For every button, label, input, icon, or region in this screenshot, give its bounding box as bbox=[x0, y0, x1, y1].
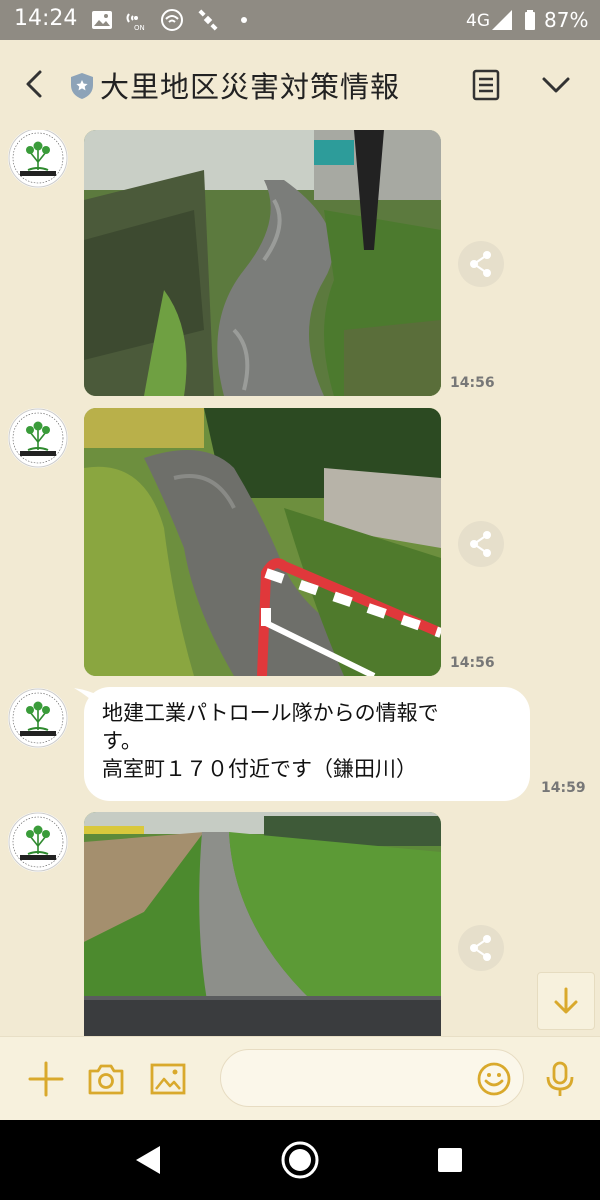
nav-back-icon[interactable] bbox=[128, 1140, 168, 1180]
message-time: 14:56 bbox=[450, 655, 495, 671]
image-icon[interactable] bbox=[148, 1059, 188, 1099]
battery-level: 87% bbox=[544, 8, 589, 32]
arrow-down-icon bbox=[554, 987, 578, 1014]
disaster-logo-icon bbox=[8, 408, 68, 468]
message-time: 14:56 bbox=[450, 375, 495, 391]
message-composer bbox=[0, 1036, 600, 1121]
status-bar: 14:24 ON 4G 87% bbox=[0, 0, 600, 40]
share-icon bbox=[470, 531, 491, 557]
emoji-icon[interactable] bbox=[476, 1061, 512, 1097]
message-time: 14:59 bbox=[541, 780, 586, 796]
scroll-to-bottom-button[interactable] bbox=[537, 972, 595, 1030]
wifi-icon bbox=[161, 9, 183, 31]
message-text-line: 高室町１７０付近です（鎌田川） bbox=[102, 757, 417, 781]
river-photo-1 bbox=[84, 130, 441, 396]
status-time: 14:24 bbox=[14, 6, 78, 31]
disaster-logo-icon bbox=[8, 812, 68, 872]
chat-area[interactable]: 14:56 14:56 地建工業パトロール隊からの情報で す。 高室町１７０付近… bbox=[0, 130, 600, 1036]
svg-text:ON: ON bbox=[134, 24, 145, 32]
shield-badge-icon bbox=[71, 73, 93, 99]
text-message-bubble[interactable]: 地建工業パトロール隊からの情報で す。 高室町１７０付近です（鎌田川） bbox=[84, 687, 530, 801]
mic-icon[interactable] bbox=[540, 1059, 580, 1099]
signal-icon bbox=[492, 10, 512, 30]
photo-message[interactable] bbox=[84, 408, 441, 676]
avatar[interactable] bbox=[8, 130, 68, 188]
share-button[interactable] bbox=[458, 925, 504, 971]
disaster-logo-icon bbox=[8, 688, 68, 748]
river-photo-3 bbox=[84, 812, 441, 1036]
photo-message[interactable] bbox=[84, 812, 441, 1036]
avatar[interactable] bbox=[8, 408, 68, 468]
notes-icon[interactable] bbox=[468, 66, 504, 104]
satellite-icon bbox=[198, 9, 218, 31]
network-type: 4G bbox=[466, 11, 490, 31]
message-text-line: す。 bbox=[102, 729, 142, 753]
share-icon bbox=[470, 935, 491, 961]
system-nav-bar bbox=[0, 1120, 600, 1200]
share-button[interactable] bbox=[458, 521, 504, 567]
share-icon bbox=[470, 251, 491, 277]
disaster-logo-icon bbox=[8, 130, 68, 188]
avatar[interactable] bbox=[8, 688, 68, 748]
nav-home-icon[interactable] bbox=[280, 1140, 320, 1180]
camera-icon[interactable] bbox=[86, 1059, 126, 1099]
photo-message[interactable] bbox=[84, 130, 441, 396]
plus-icon[interactable] bbox=[26, 1059, 66, 1099]
chat-header: 大里地区災害対策情報 bbox=[0, 40, 600, 130]
back-arrow-icon[interactable] bbox=[14, 62, 58, 106]
chat-title: 大里地区災害対策情報 bbox=[100, 70, 401, 104]
chevron-down-icon[interactable] bbox=[536, 68, 576, 102]
dot-icon bbox=[241, 17, 247, 23]
nav-recents-icon[interactable] bbox=[430, 1140, 470, 1180]
gallery-icon bbox=[92, 11, 112, 29]
share-button[interactable] bbox=[458, 241, 504, 287]
battery-icon bbox=[525, 10, 535, 30]
river-photo-2 bbox=[84, 408, 441, 676]
avatar[interactable] bbox=[8, 812, 68, 872]
message-text-line: 地建工業パトロール隊からの情報で bbox=[102, 701, 439, 725]
volte-icon: ON bbox=[126, 13, 145, 32]
